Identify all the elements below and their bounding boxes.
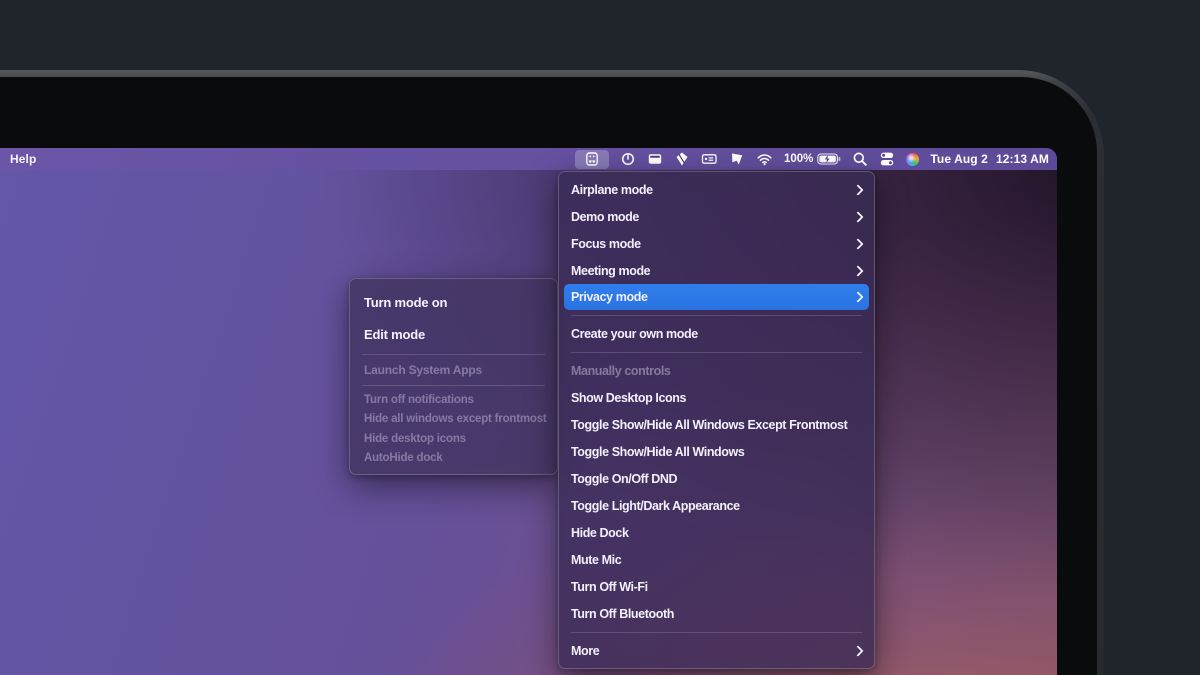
one-switch-menu: Airplane mode Demo mode Focus mode Meeti…: [558, 171, 875, 669]
search-icon[interactable]: [852, 148, 868, 170]
separator: [571, 315, 862, 316]
submenu-item-edit-mode[interactable]: Edit mode: [350, 318, 557, 350]
menu-item-show-desktop-icons[interactable]: Show Desktop Icons: [559, 384, 874, 411]
menu-item-toggle-show-hide-all-windows[interactable]: Toggle Show/Hide All Windows: [559, 438, 874, 465]
menubar-status-cluster: 100%: [575, 148, 1057, 170]
menubar-clock[interactable]: Tue Aug 2 12:13 AM: [930, 152, 1049, 166]
chevron-right-icon: [852, 238, 863, 249]
separator: [571, 632, 862, 633]
separator: [362, 354, 545, 355]
menubar-help-item[interactable]: Help: [10, 152, 36, 166]
menu-item-toggle-on-off-dnd[interactable]: Toggle On/Off DND: [559, 465, 874, 492]
scene: Help: [0, 0, 1200, 675]
menu-bar: Help: [0, 148, 1057, 170]
menu-item-focus-mode[interactable]: Focus mode: [559, 230, 874, 257]
chevron-right-icon: [852, 291, 863, 302]
submenu-item-autohide-dock: AutoHide dock: [350, 449, 557, 469]
siri-icon[interactable]: [906, 148, 919, 170]
menu-section-manually-controls: Manually controls: [559, 357, 874, 384]
menu-item-airplane-mode[interactable]: Airplane mode: [559, 176, 874, 203]
menubar-time: 12:13 AM: [996, 152, 1049, 166]
window-icon[interactable]: [647, 148, 663, 170]
menu-item-create-your-own-mode[interactable]: Create your own mode: [559, 320, 874, 347]
menu-item-meeting-mode[interactable]: Meeting mode: [559, 257, 874, 284]
menu-item-toggle-light-dark-appearance[interactable]: Toggle Light/Dark Appearance: [559, 492, 874, 519]
app-switchboard-icon[interactable]: [575, 150, 609, 169]
gem-icon[interactable]: [674, 148, 690, 170]
screen: Help: [0, 148, 1057, 675]
menu-item-turn-off-bluetooth[interactable]: Turn Off Bluetooth: [559, 600, 874, 627]
menu-item-hide-dock[interactable]: Hide Dock: [559, 519, 874, 546]
battery-percent: 100%: [784, 153, 813, 165]
battery-indicator[interactable]: 100%: [784, 152, 841, 166]
chevron-right-icon: [852, 265, 863, 276]
submenu-item-turn-mode-on[interactable]: Turn mode on: [350, 286, 557, 318]
menu-item-toggle-show-hide-all-windows-except-frontmost[interactable]: Toggle Show/Hide All Windows Except Fron…: [559, 411, 874, 438]
submenu-item-turn-off-notifications: Turn off notifications: [350, 390, 557, 410]
wifi-icon[interactable]: [756, 148, 773, 170]
submenu-item-hide-all-windows-except-frontmost: Hide all windows except frontmost: [350, 410, 557, 430]
separator: [571, 352, 862, 353]
submenu-item-hide-desktop-icons: Hide desktop icons: [350, 429, 557, 449]
card-icon[interactable]: [701, 148, 718, 170]
menu-item-more[interactable]: More: [559, 637, 874, 664]
menubar-left: Help: [0, 152, 36, 166]
separator: [362, 385, 545, 386]
menu-item-privacy-mode[interactable]: Privacy mode: [564, 284, 869, 310]
menu-item-mute-mic[interactable]: Mute Mic: [559, 546, 874, 573]
flag-icon[interactable]: [729, 148, 745, 170]
mode-submenu: Turn mode on Edit mode Launch System App…: [349, 278, 558, 475]
chevron-right-icon: [852, 211, 863, 222]
battery-icon: [817, 152, 841, 166]
menu-item-demo-mode[interactable]: Demo mode: [559, 203, 874, 230]
menu-item-turn-off-wifi[interactable]: Turn Off Wi-Fi: [559, 573, 874, 600]
chevron-right-icon: [852, 184, 863, 195]
chevron-right-icon: [852, 645, 863, 656]
toggles-icon[interactable]: [879, 148, 895, 170]
submenu-item-launch-system-apps: Launch System Apps: [350, 359, 557, 381]
power-icon[interactable]: [620, 148, 636, 170]
menubar-date: Tue Aug 2: [930, 152, 988, 166]
